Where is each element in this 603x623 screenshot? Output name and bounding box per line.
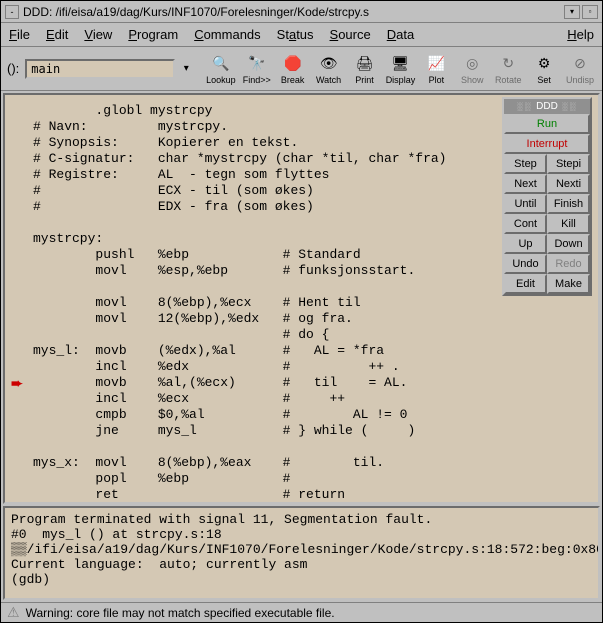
arg-dropdown-icon[interactable]: ▾ [179,63,193,74]
statusbar: ⚠ Warning: core file may not match speci… [1,602,602,622]
arg-input[interactable] [25,59,175,79]
toolbar: (): ▾ 🔍 Lookup 🔭 Find>> 🛑 Break 👁 Watch … [1,47,602,91]
tool-rotate: ↻ Rotate [492,52,524,86]
command-tool: ░░ DDD ░░ Run Interrupt Step Stepi Next … [502,97,592,296]
tool-watch[interactable]: 👁 Watch [313,52,345,86]
display-icon: 🖥 [388,53,412,75]
tool-undisp: ⊘ Undisp [564,52,596,86]
until-button[interactable]: Until [504,194,547,214]
binoculars-icon: 🔭 [245,53,269,75]
menu-commands[interactable]: Commands [194,27,260,42]
stop-icon: 🛑 [281,53,305,75]
undisplay-icon: ⊘ [568,53,592,75]
tool-show: ◎ Show [456,52,488,86]
tool-break[interactable]: 🛑 Break [277,52,309,86]
gdb-console[interactable]: Program terminated with signal 11, Segme… [3,506,600,600]
menu-file[interactable]: File [9,27,30,42]
kill-button[interactable]: Kill [547,214,590,234]
rotate-icon: ↻ [496,53,520,75]
status-text: Warning: core file may not match specifi… [26,606,335,620]
menu-edit[interactable]: Edit [46,27,68,42]
menubar: File Edit View Program Commands Status S… [1,23,602,47]
menu-program[interactable]: Program [128,27,178,42]
tool-lookup[interactable]: 🔍 Lookup [205,52,237,86]
maximize-button[interactable]: ▫ [582,5,598,19]
next-button[interactable]: Next [504,174,547,194]
app-window: - DDD: /ifi/eisa/a19/dag/Kurs/INF1070/Fo… [0,0,603,623]
undo-button[interactable]: Undo [504,254,547,274]
edit-button[interactable]: Edit [504,274,547,294]
warning-icon: ⚠ [7,604,20,621]
tool-plot[interactable]: 📈 Plot [420,52,452,86]
tool-print[interactable]: 🖨 Print [349,52,381,86]
menu-view[interactable]: View [84,27,112,42]
make-button[interactable]: Make [547,274,590,294]
menu-help[interactable]: Help [567,27,594,42]
menu-source[interactable]: Source [330,27,371,42]
menu-status[interactable]: Status [277,27,314,42]
gear-icon: ⚙ [532,53,556,75]
minimize-button[interactable]: ▾ [564,5,580,19]
command-tool-title[interactable]: ░░ DDD ░░ [504,99,590,114]
stepi-button[interactable]: Stepi [547,154,590,174]
plot-icon: 📈 [424,53,448,75]
up-button[interactable]: Up [504,234,547,254]
printer-icon: 🖨 [353,53,377,75]
tool-display[interactable]: 🖥 Display [384,52,416,86]
show-icon: ◎ [460,53,484,75]
magnifier-icon: 🔍 [209,53,233,75]
interrupt-button[interactable]: Interrupt [504,134,590,154]
step-button[interactable]: Step [504,154,547,174]
nexti-button[interactable]: Nexti [547,174,590,194]
window-menu-icon[interactable]: - [5,5,19,19]
run-button[interactable]: Run [504,114,590,134]
down-button[interactable]: Down [547,234,590,254]
breakpoint-arrow-icon[interactable]: ➨ [11,375,23,392]
cont-button[interactable]: Cont [504,214,547,234]
window-title: DDD: /ifi/eisa/a19/dag/Kurs/INF1070/Fore… [23,5,564,19]
redo-button: Redo [547,254,590,274]
titlebar: - DDD: /ifi/eisa/a19/dag/Kurs/INF1070/Fo… [1,1,602,23]
source-pane[interactable]: ➨ .globl mystrcpy # Navn: mystrcpy. # Sy… [3,93,600,504]
finish-button[interactable]: Finish [547,194,590,214]
tool-set[interactable]: ⚙ Set [528,52,560,86]
eye-icon: 👁 [317,53,341,75]
tool-find[interactable]: 🔭 Find>> [241,52,273,86]
menu-data[interactable]: Data [387,27,414,42]
arg-label: (): [7,61,19,76]
